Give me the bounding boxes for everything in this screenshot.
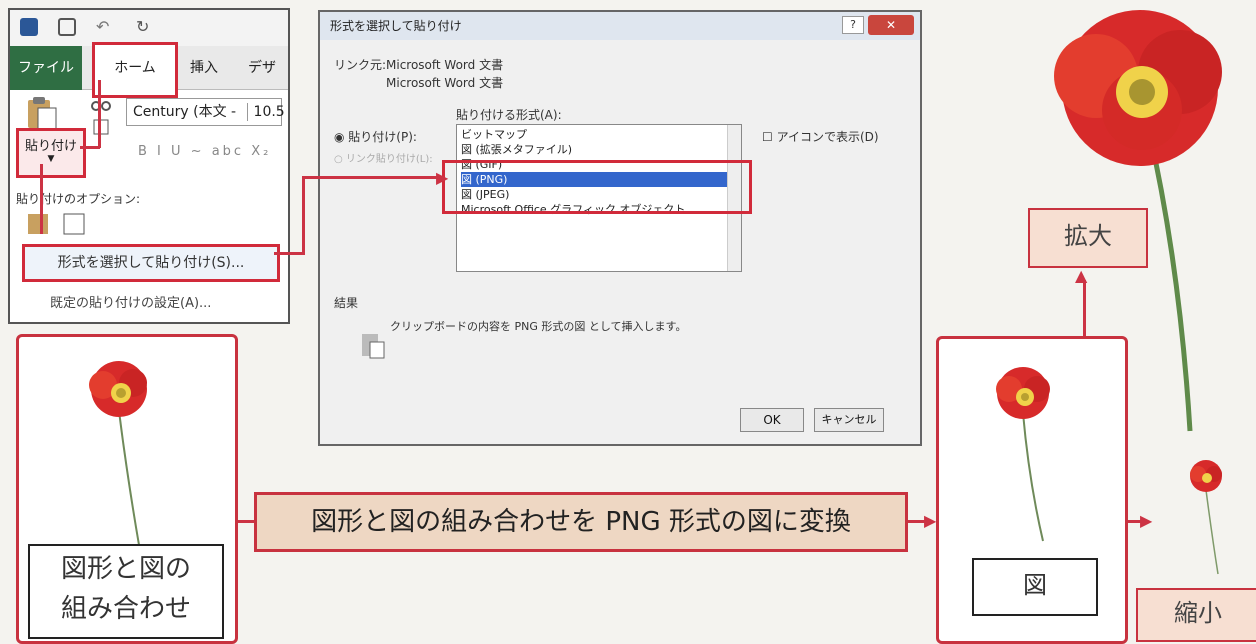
png-highlight-box	[442, 160, 752, 214]
list-item[interactable]: ビットマップ	[461, 127, 737, 142]
quick-access-toolbar: ↶ ↻	[10, 10, 288, 46]
font-size: 10.5	[253, 104, 285, 120]
cancel-button[interactable]: キャンセル	[814, 408, 884, 432]
link-source-2: Microsoft Word 文書	[386, 76, 504, 90]
combo-label-line1: 図形と図の	[60, 554, 191, 584]
arrow-right-icon: ▶	[1140, 511, 1153, 530]
paste-options-label: 貼り付けのオプション:	[16, 192, 141, 206]
cut-copy-icon[interactable]	[88, 98, 114, 138]
font-format-row: B I U ~ abc X₂	[138, 144, 272, 159]
ok-button[interactable]: OK	[740, 408, 804, 432]
convert-banner: 図形と図の組み合わせを PNG 形式の図に変換	[254, 492, 908, 552]
show-as-icon-checkbox[interactable]: ☐ アイコンで表示(D)	[762, 128, 879, 145]
ribbon-tab-row: ファイル ホーム 挿入 デザ	[10, 42, 288, 98]
link-radio-label: リンク貼り付け(L):	[345, 154, 433, 165]
paste-special-dialog: 形式を選択して貼り付け ? ✕ リンク元: Microsoft Word 文書 …	[318, 10, 922, 446]
paste-button[interactable]: 貼り付け ▼	[16, 128, 86, 178]
tab-file[interactable]: ファイル	[10, 46, 82, 90]
shrink-label: 縮小	[1136, 588, 1256, 642]
default-paste-menu-item[interactable]: 既定の貼り付けの設定(A)...	[50, 292, 211, 311]
connector-line	[98, 80, 101, 148]
picture-label: 図	[972, 558, 1098, 616]
redo-icon[interactable]: ↻	[136, 18, 154, 36]
save-icon[interactable]	[58, 18, 76, 36]
connector-line	[302, 176, 440, 179]
connector-line	[274, 252, 304, 255]
list-item[interactable]: 図 (拡張メタファイル)	[461, 142, 737, 157]
result-label: 結果	[334, 296, 359, 310]
link-radio[interactable]: ○ リンク貼り付け(L):	[334, 150, 433, 165]
combined-shape-label: 図形と図の 組み合わせ	[28, 544, 224, 639]
tab-home[interactable]: ホーム	[92, 42, 178, 98]
connector-line	[302, 176, 305, 255]
arrow-right-icon: ▶	[436, 168, 449, 187]
connector-line	[80, 146, 100, 149]
combo-label-line2: 組み合わせ	[60, 594, 191, 624]
enlarge-label: 拡大	[1028, 208, 1148, 268]
paste-radio[interactable]: ◉ 貼り付け(P):	[334, 128, 417, 145]
chevron-down-icon: ▼	[47, 154, 55, 164]
poppy-flower-image	[89, 361, 147, 546]
arrow-right-icon: ▶	[924, 511, 937, 530]
font-name: Century (本文 -	[133, 104, 241, 120]
paste-special-menu-item[interactable]: 形式を選択して貼り付け(S)...	[22, 244, 280, 282]
link-source-1: Microsoft Word 文書	[386, 58, 504, 72]
tab-insert[interactable]: 挿入	[190, 46, 218, 90]
tab-design[interactable]: デザ	[248, 46, 276, 90]
result-text: クリップボードの内容を PNG 形式の図 として挿入します。	[390, 320, 687, 333]
paste-option-icons[interactable]	[24, 210, 100, 236]
show-as-icon-label: アイコンで表示(D)	[776, 130, 879, 144]
dialog-title: 形式を選択して貼り付け	[320, 12, 920, 40]
paste-label: 貼り付け	[25, 139, 78, 154]
connector-line	[40, 164, 43, 234]
paste-radio-label: 貼り付け(P):	[348, 130, 417, 144]
font-name-box[interactable]: Century (本文 - 10.5	[126, 98, 285, 126]
clipboard-icon[interactable]	[20, 96, 60, 132]
word-logo-icon	[20, 18, 38, 36]
paste-as-label: 貼り付ける形式(A):	[456, 108, 562, 122]
close-button[interactable]: ✕	[868, 15, 914, 35]
word-ribbon-panel: ↶ ↻ ファイル ホーム 挿入 デザ Century (本文 - 10.5 貼り…	[8, 8, 290, 324]
link-source-label: リンク元:	[334, 58, 387, 72]
reduced-poppy-image	[1190, 460, 1222, 575]
clipboard-icon	[362, 334, 385, 359]
undo-icon[interactable]: ↶	[96, 18, 114, 36]
help-button[interactable]: ?	[842, 16, 864, 34]
